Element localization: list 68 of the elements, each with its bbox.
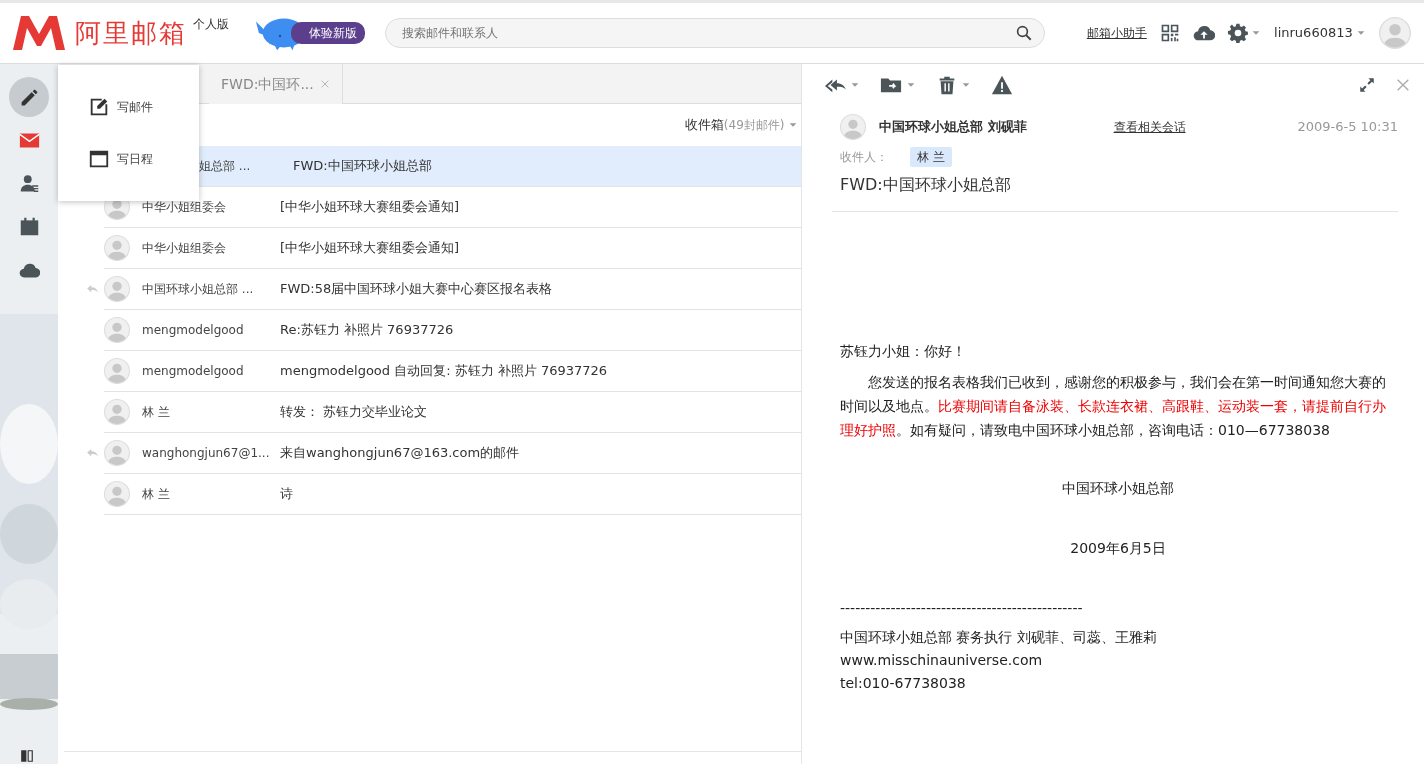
write-mail-item[interactable]: 写邮件 — [58, 81, 199, 133]
body-text: 中国环球小姐总部 赛务执行 刘砚菲、司蕊、王雅莉 — [840, 628, 1158, 647]
brand-name: 阿里邮箱 — [74, 16, 187, 50]
new-version-button[interactable]: 体验新版 — [291, 22, 366, 44]
mail-subject: mengmodelgood 自动回复: 苏钰力 补照片 76937726 — [280, 362, 608, 381]
body-text: ------------------------------------------------ — [840, 598, 1084, 618]
body-text: 中国环球小姐总部 — [1061, 478, 1175, 498]
mail-title: FWD:中国环球小姐总部 — [840, 174, 1012, 196]
body-paragraph: 您发送的报名表格我们已收到，感谢您的积极参与，我们会在第一时间通知您大赛的时间以及地点。比赛期间请自备泳装、长款连衣裙、高跟鞋、运动装一套，请提前自行办理好护照。如有疑问，请致电中国环球小姐总部，咨询电话：010—67738038 — [840, 372, 1387, 440]
sender-name: 中国环球小姐总部 ... — [141, 281, 255, 298]
mail-subject: 诗 — [280, 485, 293, 504]
mail-row[interactable]: mengmodelgood Re:苏钰力 补照片 76937726 — [104, 310, 801, 351]
recipient-chip[interactable]: 林 兰 — [910, 146, 952, 167]
recipient-label: 收件人： — [840, 148, 889, 166]
contacts-icon — [18, 173, 40, 194]
related-conversation-link[interactable]: 查看相关会话 — [1113, 118, 1186, 136]
settings-icon[interactable] — [1227, 23, 1248, 43]
mail-date: 2009-6-5 10:31 — [1297, 118, 1398, 137]
sender-name: mengmodelgood — [141, 363, 245, 380]
search-icon[interactable] — [1014, 24, 1033, 42]
body-text: www.misschinauniverse.com — [840, 651, 1044, 670]
sender-name: 中华小姐组委会 — [141, 199, 227, 216]
logo-icon — [13, 14, 65, 52]
sender-name: 林 兰 — [141, 486, 171, 503]
schedule-icon — [88, 148, 110, 170]
mail-row[interactable]: 中国环球小姐总部 ... FWD:58届中国环球小姐大赛中心赛区报名表格 — [104, 269, 801, 310]
qr-code-icon[interactable] — [1159, 23, 1180, 43]
mail-row[interactable]: wanghongjun67@1... 来自wanghongjun67@163.com的邮件 — [104, 433, 801, 474]
mail-subject: FWD:58届中国环球小姐大赛中心赛区报名表格 — [280, 280, 553, 299]
body-text: 苏钰力小姐：你好！ — [840, 342, 967, 361]
mail-row[interactable]: 中华小姐组委会 [中华小姐环球大赛组委会通知] — [104, 228, 801, 269]
mail-subject: [中华小姐环球大赛组委会通知] — [280, 239, 460, 258]
calendar-icon — [18, 216, 40, 238]
sender-name: mengmodelgood — [141, 322, 245, 339]
mail-row[interactable]: 林 兰 诗 — [104, 474, 801, 515]
mail-row[interactable]: 中华小姐组委会 [中华小姐环球大赛组委会通知] — [104, 187, 801, 228]
username[interactable]: linru660813 — [1274, 23, 1353, 43]
search-field[interactable]: 搜索邮件和联系人 — [384, 18, 1045, 48]
sender-name: 姐总部 ... — [199, 158, 252, 175]
mail-subject: [中华小姐环球大赛组委会通知] — [280, 198, 460, 217]
sender-avatar — [104, 317, 130, 343]
mail-row[interactable]: mengmodelgood mengmodelgood 自动回复: 苏钰力 补照片 76937726 — [104, 351, 801, 392]
grid-icon[interactable] — [20, 749, 34, 763]
sender-avatar — [104, 481, 130, 507]
body-text: 2009年6月5日 — [1069, 538, 1167, 558]
sender-avatar — [104, 440, 130, 466]
mail-row[interactable]: 林 兰 转发： 苏钰力交毕业论文 — [104, 392, 801, 433]
sender-name: wanghongjun67@1... — [141, 445, 271, 462]
mail-subject: Re:苏钰力 补照片 76937726 — [280, 321, 454, 340]
sender-avatar — [104, 399, 130, 425]
sender-name: 林 兰 — [141, 404, 171, 421]
expand-icon[interactable] — [1357, 76, 1376, 94]
write-schedule-item[interactable]: 写日程 — [58, 133, 199, 185]
sender-avatar — [104, 276, 130, 302]
body-text: tel:010-67738038 — [840, 674, 967, 693]
edition-label: 个人版 — [193, 16, 230, 33]
mail-subject: 转发： 苏钰力交毕业论文 — [280, 403, 428, 422]
mail-subject: FWD:中国环球小姐总部 — [293, 157, 432, 176]
sender-avatar — [104, 235, 130, 261]
compose-icon — [88, 96, 110, 118]
sender-avatar — [840, 114, 866, 140]
mail-subject: 来自wanghongjun67@163.com的邮件 — [280, 444, 520, 463]
warning-icon — [990, 74, 1013, 96]
sender-avatar — [104, 358, 130, 384]
folder-label[interactable]: 收件箱(49封邮件) — [684, 115, 785, 135]
sender-name: 中华小姐组委会 — [141, 240, 227, 257]
helper-link[interactable]: 邮箱小助手 — [1086, 24, 1147, 42]
sender-name: 中国环球小姐总部 刘砚菲 — [879, 118, 1027, 137]
